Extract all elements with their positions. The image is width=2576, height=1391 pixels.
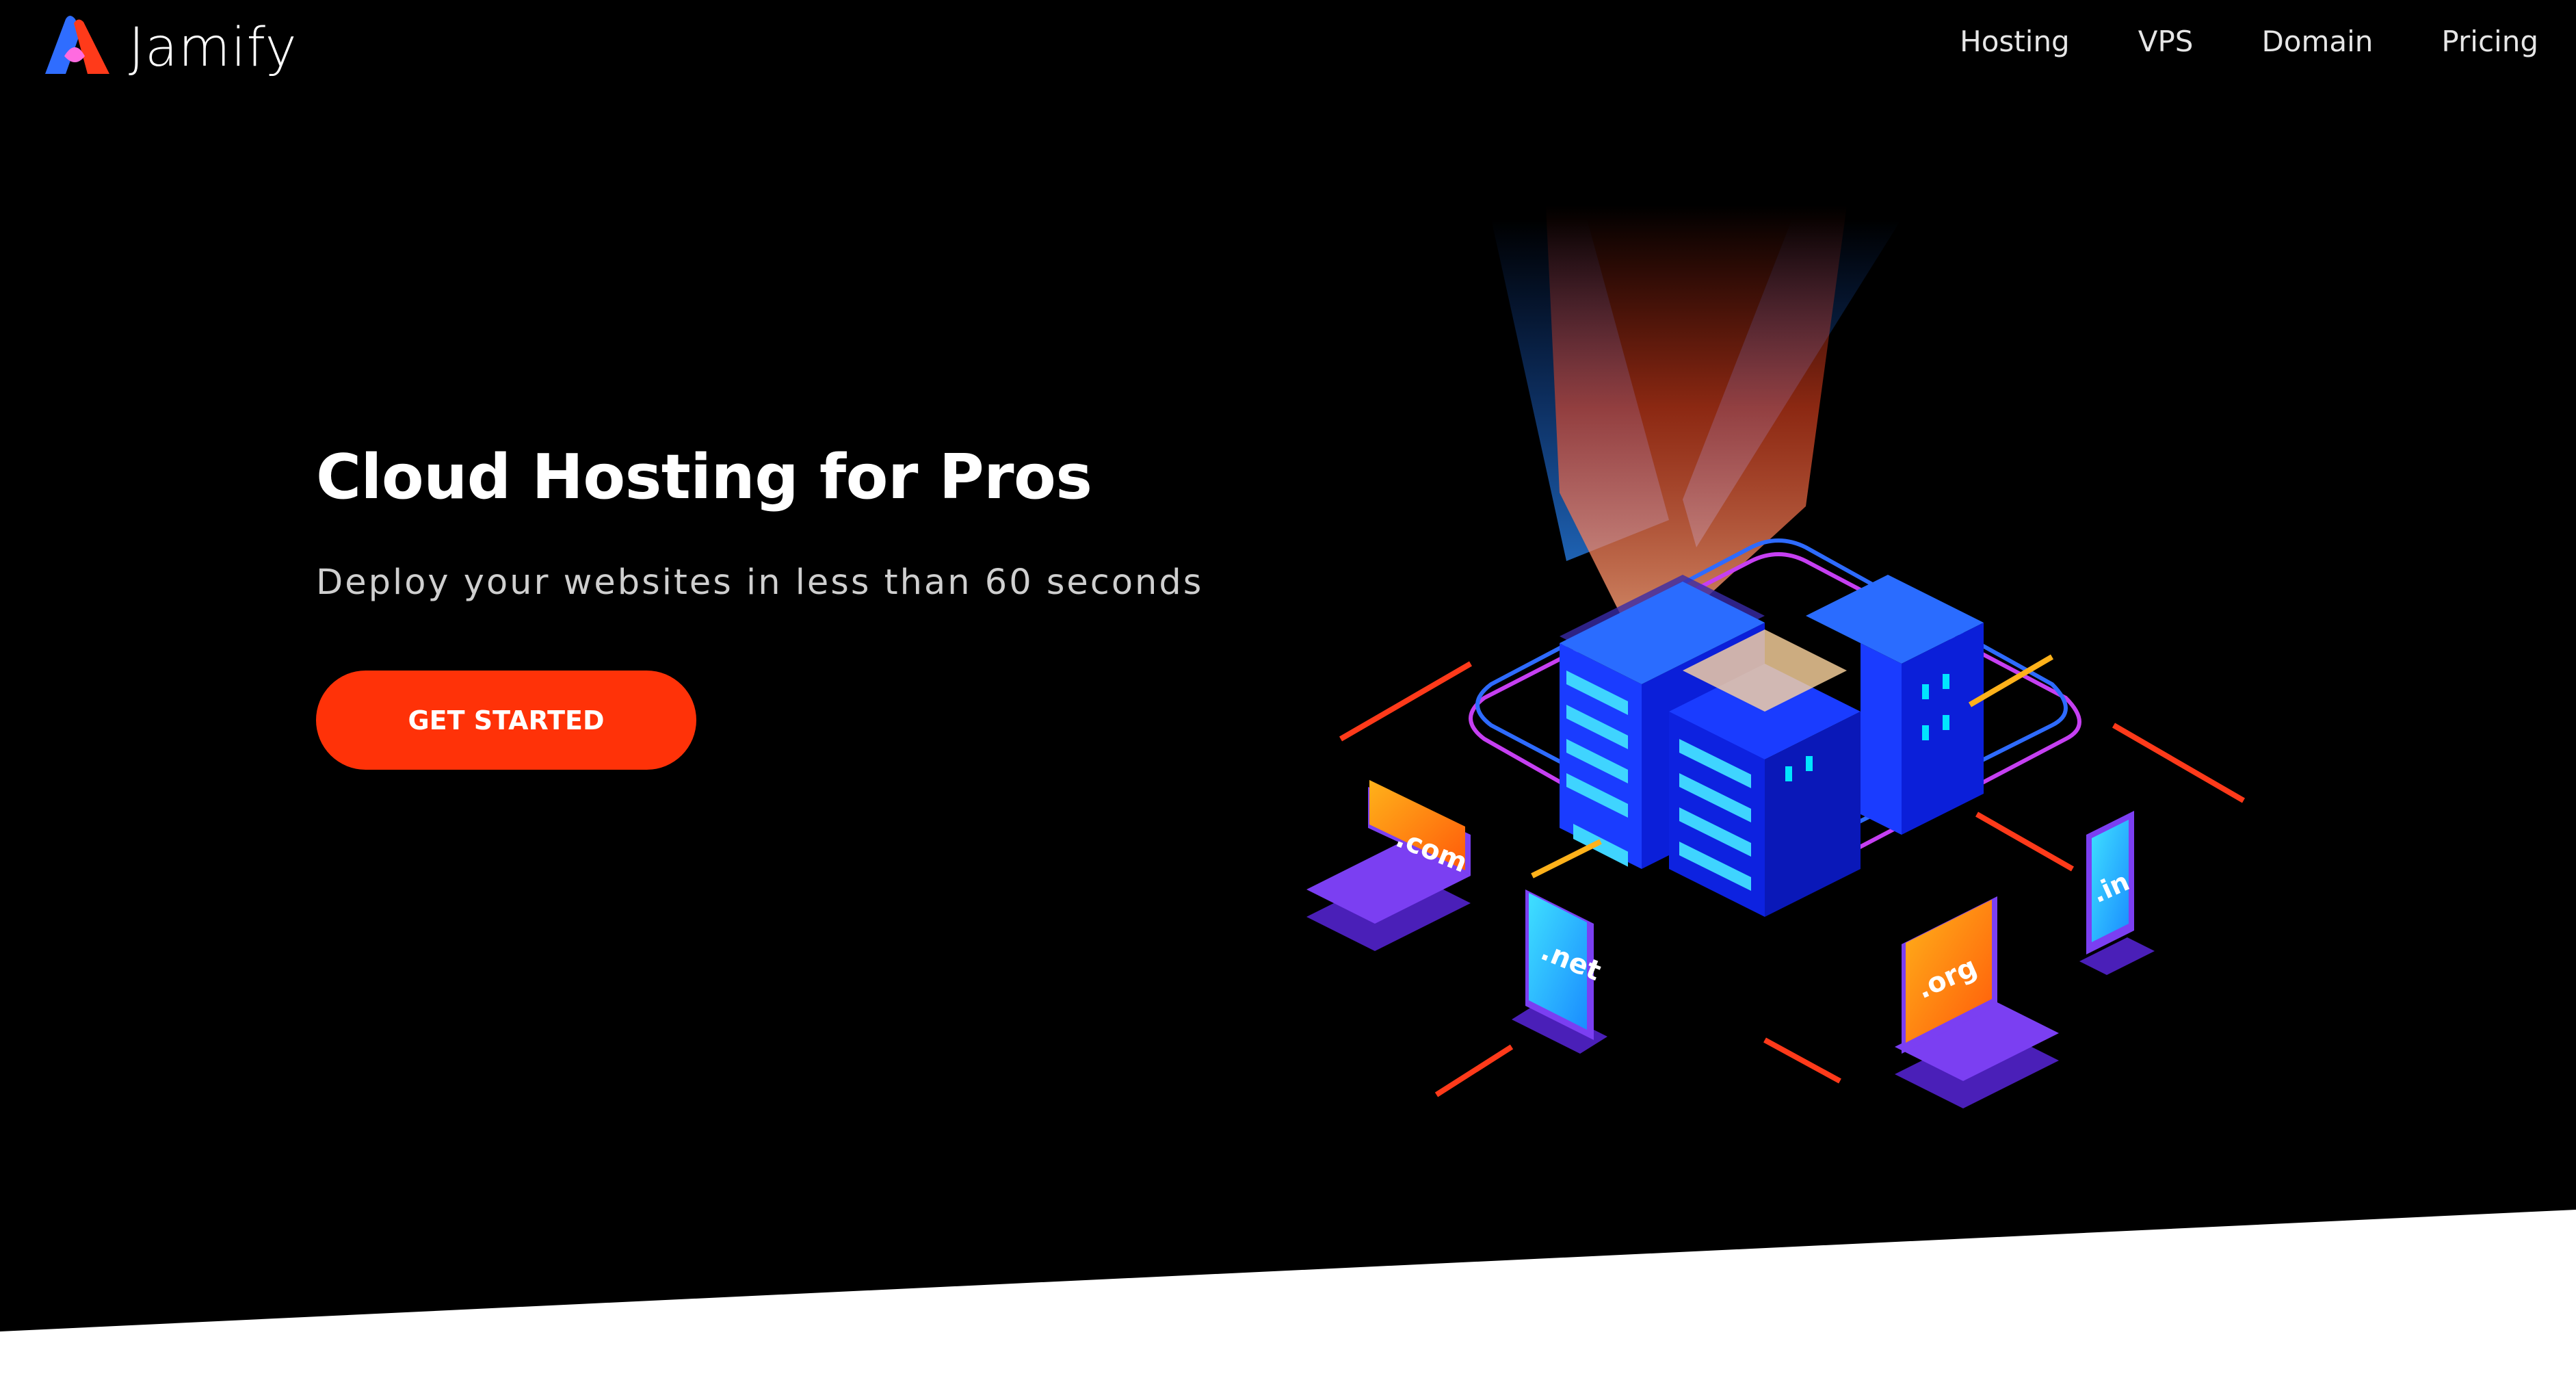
nav-domain[interactable]: Domain <box>2261 25 2373 58</box>
nav-pricing[interactable]: Pricing <box>2441 25 2538 58</box>
logo[interactable]: Jamify <box>40 14 298 82</box>
tablet-net: .net <box>1512 889 1607 1054</box>
hero-subtitle: Deploy your websites in less than 60 sec… <box>316 562 1204 603</box>
phone-in: .in <box>2079 811 2155 975</box>
server-rack <box>1560 575 1984 917</box>
nav-vps[interactable]: VPS <box>2138 25 2194 58</box>
brand-name: Jamify <box>129 17 298 79</box>
isometric-server-illustration: .com .net .org .in <box>1306 205 2246 1108</box>
nav-hosting[interactable]: Hosting <box>1960 25 2070 58</box>
hero-title: Cloud Hosting for Pros <box>316 441 1092 513</box>
get-started-button[interactable]: GET STARTED <box>316 671 696 770</box>
laptop-com: .com <box>1306 780 1472 951</box>
jamify-logo-icon <box>40 14 115 82</box>
main-nav: Hosting VPS Domain Pricing <box>1960 25 2538 58</box>
laptop-org: .org <box>1895 896 2059 1108</box>
